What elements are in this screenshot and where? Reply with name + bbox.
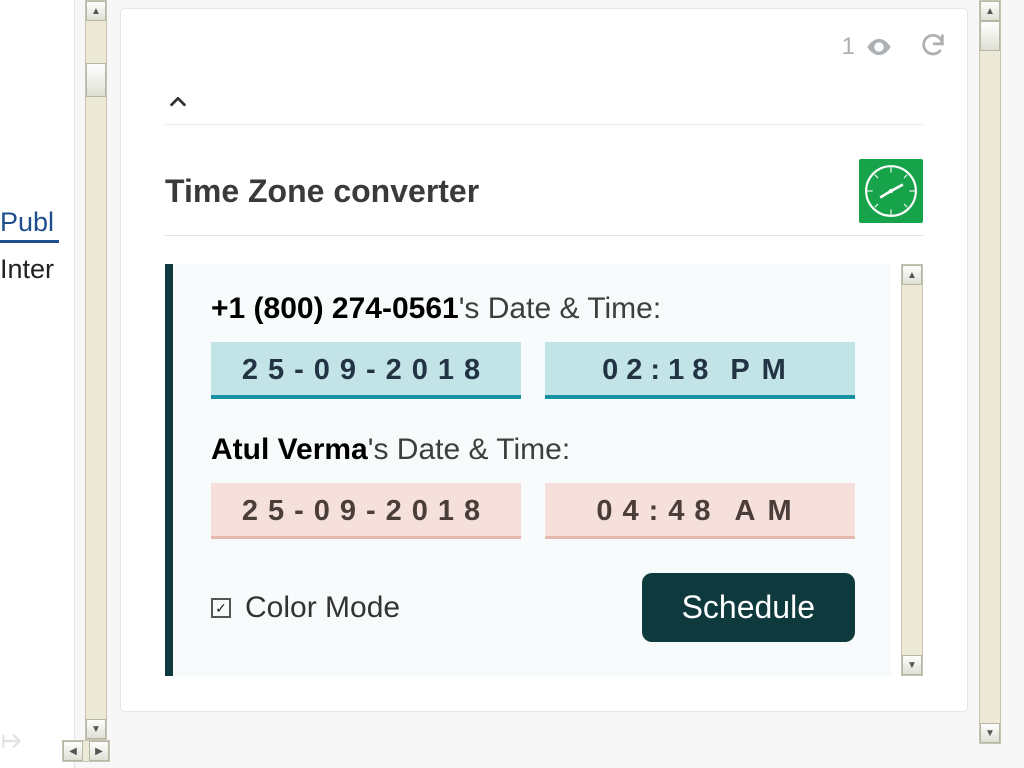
entry-b-suffix: 's Date & Time: xyxy=(368,433,570,466)
entry-b-time-value: 04:48 xyxy=(596,495,720,527)
entry-b-ampm: AM xyxy=(721,495,804,527)
arrow-icon xyxy=(0,728,26,754)
entry-a-who: +1 (800) 274-0561 xyxy=(211,292,459,325)
view-count-value: 1 xyxy=(842,33,855,61)
entry-b-label: Atul Verma's Date & Time: xyxy=(211,433,855,467)
entry-b-date-input[interactable]: 25-09-2018 xyxy=(211,483,521,539)
scrollbar-horizontal[interactable]: ◀ ▶ xyxy=(62,740,110,762)
scroll-down-button[interactable]: ▼ xyxy=(86,719,106,739)
scroll-thumb[interactable] xyxy=(86,63,106,97)
entry-a-suffix: 's Date & Time: xyxy=(459,292,661,325)
entry-b-time-input[interactable]: 04:48AM xyxy=(545,483,855,539)
color-mode-label: Color Mode xyxy=(245,591,400,625)
side-nav: Publ Inter xyxy=(0,0,75,768)
nav-item-internal[interactable]: Inter xyxy=(0,252,59,287)
color-mode-toggle[interactable]: ✓ Color Mode xyxy=(211,591,400,625)
scroll-left-button[interactable]: ◀ xyxy=(63,741,83,761)
scroll-thumb[interactable] xyxy=(980,21,1000,51)
nav-item-publish[interactable]: Publ xyxy=(0,205,59,243)
widget-card: 1 xyxy=(120,8,968,712)
scroll-down-button[interactable]: ▼ xyxy=(902,655,922,675)
entry-a-time-input[interactable]: 02:18PM xyxy=(545,342,855,399)
scrollbar-vertical[interactable]: ▲ ▼ xyxy=(85,0,107,740)
schedule-button[interactable]: Schedule xyxy=(642,573,855,642)
scroll-down-button[interactable]: ▼ xyxy=(980,723,1000,743)
entry-a-time-value: 02:18 xyxy=(602,354,716,386)
scroll-up-button[interactable]: ▲ xyxy=(902,265,922,285)
scroll-up-button[interactable]: ▲ xyxy=(980,1,1000,21)
reload-button[interactable] xyxy=(917,29,949,61)
scroll-up-button[interactable]: ▲ xyxy=(86,1,106,21)
clock-icon xyxy=(859,159,923,223)
entry-a-ampm: PM xyxy=(716,354,798,386)
panel-scrollbar[interactable]: ▲ ▼ xyxy=(901,264,923,676)
widget-title: Time Zone converter xyxy=(165,173,479,210)
view-count: 1 xyxy=(842,33,893,61)
checkbox-icon: ✓ xyxy=(211,598,231,618)
entry-b-who: Atul Verma xyxy=(211,433,368,466)
eye-icon xyxy=(865,33,893,61)
collapse-toggle[interactable] xyxy=(165,89,191,115)
converter-panel: +1 (800) 274-0561's Date & Time: 25-09-2… xyxy=(165,264,891,676)
scroll-right-button[interactable]: ▶ xyxy=(89,741,109,761)
scrollbar-vertical[interactable]: ▲ ▼ xyxy=(979,0,1001,744)
entry-a-date-input[interactable]: 25-09-2018 xyxy=(211,342,521,399)
entry-a-label: +1 (800) 274-0561's Date & Time: xyxy=(211,292,855,326)
